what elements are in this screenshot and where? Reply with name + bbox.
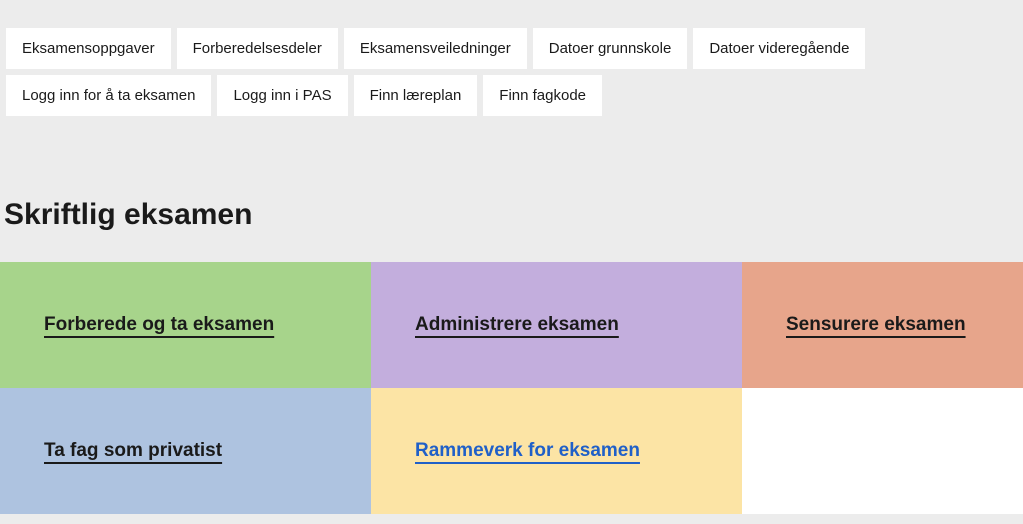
tile-label: Sensurere eksamen [786,314,966,336]
chip-datoer-videregaende[interactable]: Datoer videregående [693,28,865,69]
chip-finn-laereplan[interactable]: Finn læreplan [354,75,478,116]
chip-bar: Eksamensoppgaver Forberedelsesdeler Eksa… [0,0,1023,138]
tile-label: Rammeverk for eksamen [415,440,640,462]
tile-administrere[interactable]: Administrere eksamen [371,262,742,388]
tile-privatist[interactable]: Ta fag som privatist [0,388,371,514]
chip-datoer-grunnskole[interactable]: Datoer grunnskole [533,28,688,69]
chip-forberedelsesdeler[interactable]: Forberedelsesdeler [177,28,338,69]
tile-grid: Forberede og ta eksamen Administrere eks… [0,262,1023,514]
tile-sensurere[interactable]: Sensurere eksamen [742,262,1023,388]
tile-label: Administrere eksamen [415,314,619,336]
chip-eksamensveiledninger[interactable]: Eksamensveiledninger [344,28,527,69]
tile-label: Ta fag som privatist [44,440,222,462]
page-title: Skriftlig eksamen [0,198,1023,232]
tile-label: Forberede og ta eksamen [44,314,274,336]
chip-logg-inn-pas[interactable]: Logg inn i PAS [217,75,347,116]
chip-finn-fagkode[interactable]: Finn fagkode [483,75,602,116]
tile-empty [742,388,1023,514]
chip-logg-inn-eksamen[interactable]: Logg inn for å ta eksamen [6,75,211,116]
tile-rammeverk[interactable]: Rammeverk for eksamen [371,388,742,514]
tile-forberede[interactable]: Forberede og ta eksamen [0,262,371,388]
chip-eksamensoppgaver[interactable]: Eksamensoppgaver [6,28,171,69]
